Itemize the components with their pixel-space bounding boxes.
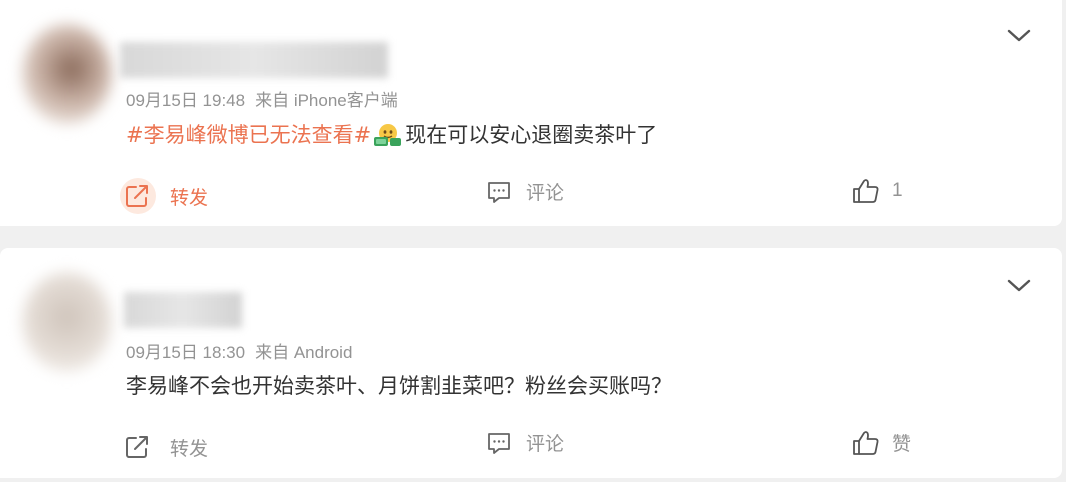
money-mouth-emoji-icon bbox=[373, 122, 403, 148]
avatar[interactable] bbox=[22, 272, 112, 372]
comment-button[interactable]: 评论 bbox=[486, 429, 564, 456]
repost-icon bbox=[126, 436, 148, 458]
post-content: #李易峰微博已无法查看# 现在可以安心退圈卖茶叶了 bbox=[126, 119, 657, 149]
comment-button[interactable]: 评论 bbox=[486, 178, 564, 205]
username-blurred[interactable] bbox=[124, 292, 242, 328]
repost-icon bbox=[126, 185, 148, 207]
comment-icon bbox=[488, 432, 510, 454]
post-meta: 09月15日 19:48 来自 iPhone客户端 bbox=[126, 86, 398, 111]
comment-label: 评论 bbox=[526, 433, 565, 455]
thumbs-up-icon bbox=[853, 179, 879, 203]
username-blurred[interactable] bbox=[120, 42, 388, 78]
repost-label: 转发 bbox=[170, 437, 209, 460]
post-time: 09月15日 18:30 bbox=[126, 343, 246, 362]
post-content: 李易峰不会也开始卖茶叶、月饼割韭菜吧？粉丝会买账吗？ bbox=[126, 370, 672, 400]
avatar[interactable] bbox=[22, 24, 112, 124]
thumbs-up-icon bbox=[853, 430, 879, 455]
comment-icon bbox=[488, 181, 510, 203]
comment-card: 09月15日 19:48 来自 iPhone客户端 #李易峰微博已无法查看# 现在… bbox=[0, 0, 1062, 226]
post-source: 来自 Android bbox=[255, 343, 353, 362]
post-time: 09月15日 19:48 bbox=[126, 91, 246, 110]
post-meta: 09月15日 18:30 来自 Android bbox=[126, 338, 352, 363]
topic-link[interactable]: #李易峰微博已无法查看# bbox=[126, 123, 371, 147]
repost-icon-wrap bbox=[120, 429, 156, 465]
repost-label: 转发 bbox=[170, 186, 209, 209]
chevron-down-icon[interactable] bbox=[1006, 278, 1032, 294]
like-button[interactable]: 赞 bbox=[852, 429, 911, 456]
post-source: 来自 iPhone客户端 bbox=[255, 91, 398, 110]
repost-button[interactable]: 转发 bbox=[126, 429, 208, 465]
repost-button[interactable]: 转发 bbox=[120, 178, 209, 214]
post-text: 李易峰不会也开始卖茶叶、月饼割韭菜吧？粉丝会买账吗？ bbox=[126, 374, 672, 398]
chevron-down-icon[interactable] bbox=[1006, 28, 1032, 44]
like-button[interactable]: 1 bbox=[852, 178, 903, 204]
repost-icon-wrap bbox=[120, 178, 156, 214]
post-text: 现在可以安心退圈卖茶叶了 bbox=[405, 123, 658, 147]
like-label: 赞 bbox=[892, 434, 912, 455]
like-count: 1 bbox=[892, 180, 903, 201]
comment-label: 评论 bbox=[526, 182, 565, 204]
comment-card: 09月15日 18:30 来自 Android 李易峰不会也开始卖茶叶、月饼割韭菜… bbox=[0, 248, 1062, 478]
